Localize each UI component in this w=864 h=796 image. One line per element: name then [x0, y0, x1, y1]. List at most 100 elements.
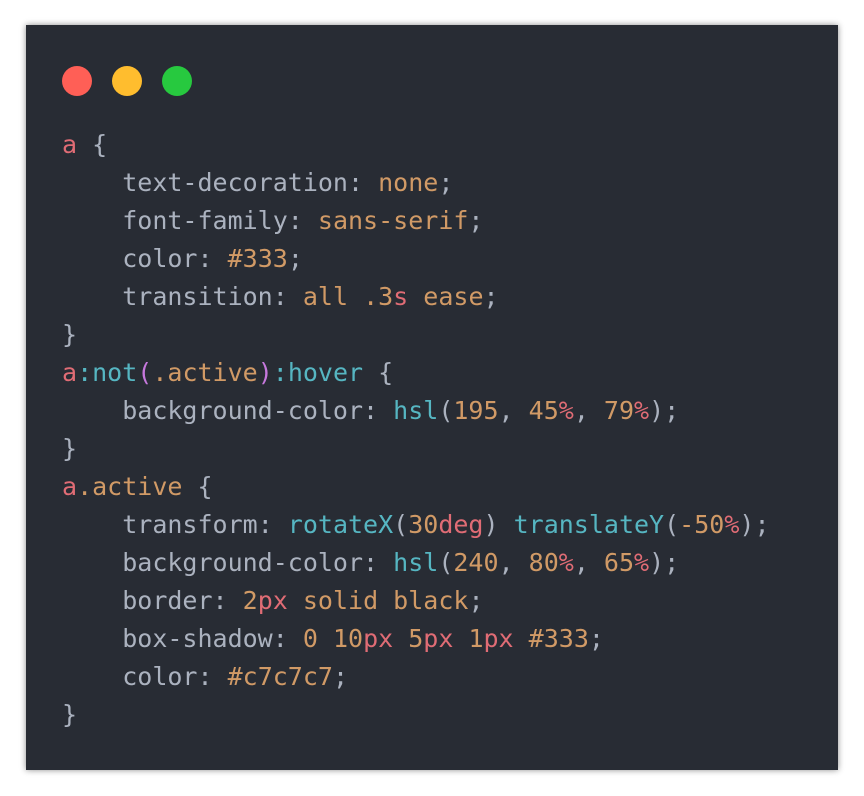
code-token: transform — [122, 510, 258, 539]
code-token: background-color — [122, 396, 364, 425]
code-token: ; — [588, 624, 604, 653]
code-token: s — [393, 282, 409, 311]
maximize-dot-icon[interactable] — [162, 66, 192, 96]
code-token: 79 — [603, 396, 635, 425]
code-token: : — [257, 510, 288, 539]
code-line: a.active { — [62, 468, 770, 506]
code-token: , — [573, 396, 604, 425]
code-token: hsl — [393, 548, 439, 577]
code-token: 45 — [528, 396, 559, 425]
code-token: 195 — [453, 396, 499, 425]
code-token: : — [272, 624, 303, 653]
code-line: a { — [62, 126, 770, 164]
code-token: text-decoration — [122, 168, 348, 197]
code-line: transition: all .3s ease; — [62, 278, 770, 316]
code-token: % — [558, 548, 574, 577]
code-token: , — [573, 548, 604, 577]
code-token: #c7c7c7 — [227, 662, 333, 691]
code-token: : — [348, 168, 379, 197]
code-line: box-shadow: 0 10px 5px 1px #333; — [62, 620, 770, 658]
code-token: hsl — [393, 396, 439, 425]
code-token: :not — [77, 358, 138, 387]
code-token: translateY — [513, 510, 665, 539]
code-token: ) — [257, 358, 273, 387]
code-token: 80 — [528, 548, 559, 577]
code-token: : — [363, 396, 394, 425]
code-token: :hover — [272, 358, 364, 387]
code-token: #333 — [227, 244, 288, 273]
code-token: .active — [152, 358, 258, 387]
code-token: 5 — [393, 624, 424, 653]
code-line: border: 2px solid black; — [62, 582, 770, 620]
code-token: px — [257, 586, 288, 615]
code-line: } — [62, 430, 770, 468]
close-dot-icon[interactable] — [62, 66, 92, 96]
code-token: ); — [649, 396, 680, 425]
code-token: a — [62, 130, 78, 159]
code-token: a — [62, 472, 78, 501]
code-token: a — [62, 358, 78, 387]
code-line: } — [62, 696, 770, 734]
code-token: background-color — [122, 548, 364, 577]
code-token: color — [122, 244, 198, 273]
code-token: ( — [438, 548, 454, 577]
code-line: background-color: hsl(195, 45%, 79%); — [62, 392, 770, 430]
code-token: ( — [393, 510, 409, 539]
code-window: a { text-decoration: none; font-family: … — [26, 25, 838, 770]
code-token: : — [197, 244, 228, 273]
code-token: #333 — [513, 624, 589, 653]
code-token: 240 — [453, 548, 499, 577]
code-token: { — [182, 472, 213, 501]
code-token: ( — [137, 358, 153, 387]
code-token: font-family — [122, 206, 288, 235]
minimize-dot-icon[interactable] — [112, 66, 142, 96]
code-token: ; — [287, 244, 303, 273]
code-token: 0 10 — [302, 624, 364, 653]
code-line: color: #333; — [62, 240, 770, 278]
code-token: , — [498, 548, 529, 577]
code-token: none — [378, 168, 439, 197]
code-token: -50 — [679, 510, 725, 539]
code-token: ); — [739, 510, 770, 539]
code-token: deg — [438, 510, 484, 539]
code-token: % — [634, 548, 650, 577]
code-token: } — [62, 700, 78, 729]
code-token: ; — [483, 282, 499, 311]
code-token: 30 — [408, 510, 439, 539]
code-token: sans-serif — [317, 206, 469, 235]
code-token: : — [363, 548, 394, 577]
code-token: .active — [77, 472, 183, 501]
code-token: px — [483, 624, 514, 653]
code-token: box-shadow — [122, 624, 273, 653]
code-line: a:not(.active):hover { — [62, 354, 770, 392]
code-token: { — [77, 130, 108, 159]
code-token: all — [302, 282, 364, 311]
code-token: .3 — [363, 282, 394, 311]
code-token: color — [122, 662, 198, 691]
code-line: } — [62, 316, 770, 354]
code-token: ; — [332, 662, 349, 691]
code-line: color: #c7c7c7; — [62, 658, 770, 696]
code-token: } — [62, 320, 78, 349]
code-token: ; — [468, 586, 484, 615]
code-token: % — [558, 396, 574, 425]
code-token: % — [724, 510, 740, 539]
code-token: ease — [408, 282, 484, 311]
code-token: px — [363, 624, 394, 653]
code-block: a { text-decoration: none; font-family: … — [62, 126, 770, 734]
code-line: text-decoration: none; — [62, 164, 770, 202]
code-token: ( — [664, 510, 680, 539]
code-token: : — [212, 586, 243, 615]
code-line: background-color: hsl(240, 80%, 65%); — [62, 544, 770, 582]
code-token: : — [287, 206, 318, 235]
code-line: font-family: sans-serif; — [62, 202, 770, 240]
code-token: 65 — [603, 548, 635, 577]
